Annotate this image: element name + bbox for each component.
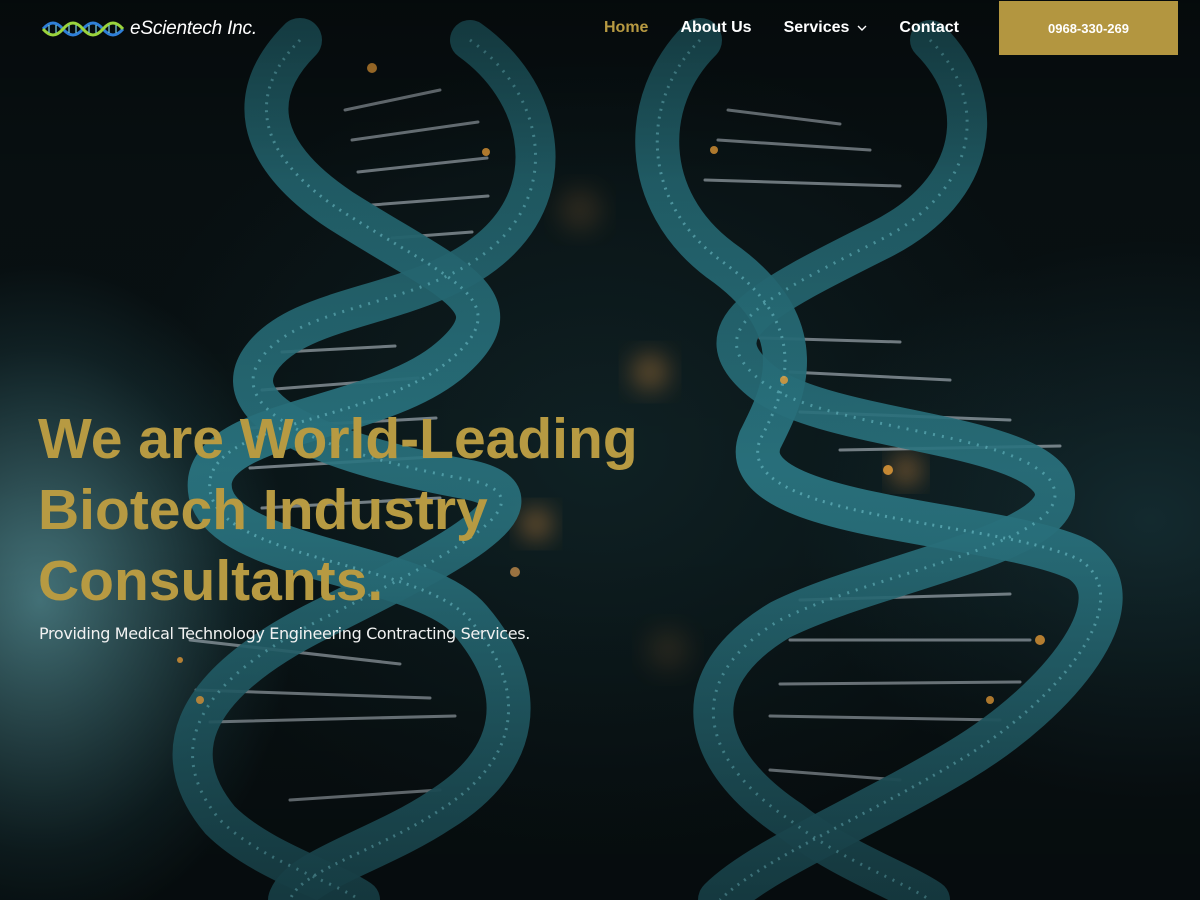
nav-item-label: Contact — [899, 19, 959, 36]
brand-name: eScientech Inc. — [130, 18, 257, 39]
dna-strand-logo-icon — [42, 21, 124, 37]
hero-title-line: We are World-Leading — [38, 407, 638, 471]
nav-item-contact[interactable]: Contact — [883, 0, 975, 56]
hero-title-line: Biotech Industry — [38, 478, 488, 542]
nav-item-label: About Us — [680, 19, 752, 36]
nav-item-label: Home — [604, 19, 649, 36]
hero-title: We are World-Leading Biotech Industry Co… — [38, 404, 678, 617]
nav-item-home[interactable]: Home — [588, 0, 664, 56]
site-header: eScientech Inc. Home About Us Services C… — [0, 0, 1200, 56]
chevron-down-icon[interactable] — [857, 25, 867, 31]
hero-copy: We are World-Leading Biotech Industry Co… — [38, 404, 678, 644]
phone-call-button[interactable]: 0968-330-269 — [999, 1, 1178, 55]
brand-logo-link[interactable]: eScientech Inc. — [42, 16, 257, 42]
hero-section: eScientech Inc. Home About Us Services C… — [0, 0, 1200, 900]
nav-item-label: Services — [783, 19, 850, 36]
main-nav: Home About Us Services Contact — [588, 0, 975, 56]
hero-subtitle: Providing Medical Technology Engineering… — [39, 624, 530, 643]
nav-item-about-us[interactable]: About Us — [664, 0, 767, 56]
hero-title-line: Consultants. — [38, 549, 384, 613]
nav-item-services[interactable]: Services — [768, 0, 884, 56]
